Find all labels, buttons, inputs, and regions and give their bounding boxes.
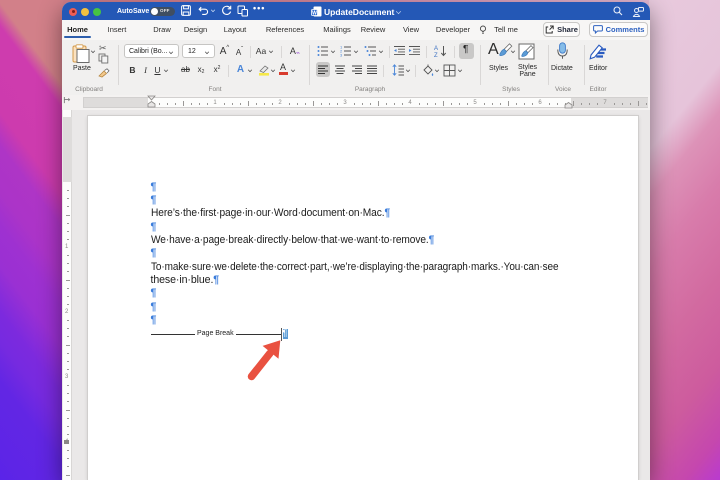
svg-text:3: 3 — [340, 53, 343, 58]
svg-text:A: A — [434, 46, 438, 52]
svg-text:W: W — [312, 10, 317, 16]
svg-text:Z: Z — [434, 53, 438, 58]
